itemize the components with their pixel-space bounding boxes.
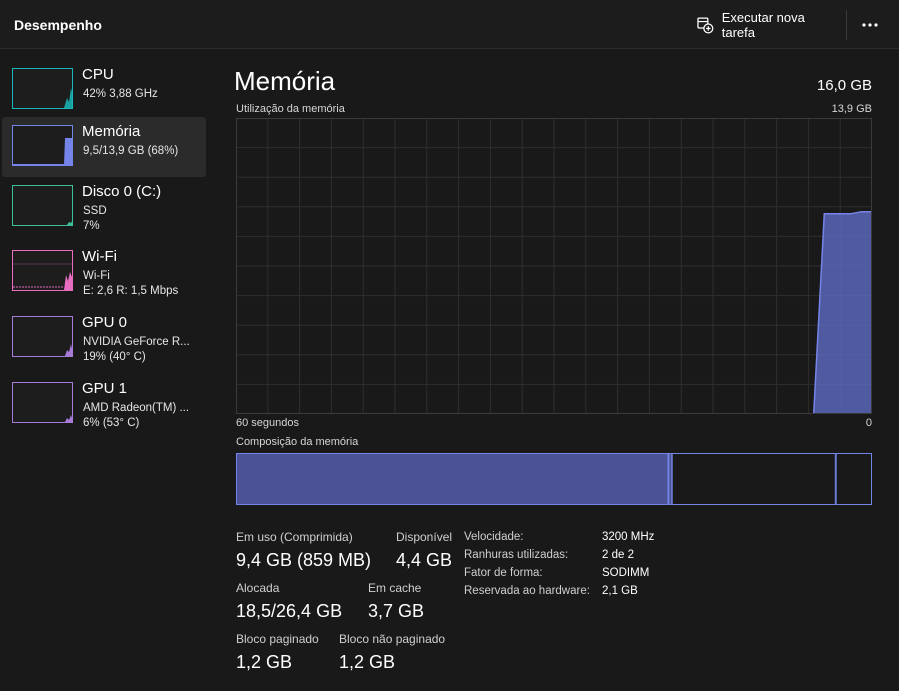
sidebar-item-detail: 9,5/13,9 GB (68%) [83,145,179,157]
speed-label: Velocidade: [464,531,524,543]
sidebar-item-title: CPU [82,66,114,83]
committed-value: 18,5/26,4 GB [236,601,343,621]
total-memory: 16,0 GB [816,77,872,94]
composition-in-use [236,453,669,505]
sidebar-item-cpu[interactable]: CPU 42% 3,88 GHz [2,60,206,120]
sidebar-item-detail: NVIDIA GeForce R... [83,336,190,348]
slots-label: Ranhuras utilizadas: [464,549,569,561]
speed-value: 3200 MHz [602,531,655,543]
cpu-mini-graph [12,68,73,109]
more-dots-icon [862,23,878,27]
sidebar-item-detail: Wi-Fi [83,270,110,282]
nonpaged-pool-value: 1,2 GB [339,652,396,672]
sidebar-item-gpu1[interactable]: GPU 1 AMD Radeon(TM) ... 6% (53° C) [2,374,206,434]
sidebar: CPU 42% 3,88 GHz Memória 9,5/13,9 GB (68… [0,50,210,691]
sidebar-item-wifi[interactable]: Wi-Fi Wi-Fi E: 2,6 R: 1,5 Mbps [2,242,206,302]
nonpaged-pool-label: Bloco não paginado [339,632,446,646]
disk-mini-graph [12,185,73,226]
slots-value: 2 de 2 [602,549,634,561]
available-value: 4,4 GB [396,550,453,570]
memory-mini-graph [12,125,73,166]
run-new-task-label: Executar nova tarefa [721,10,805,40]
memory-usage-chart [236,118,872,414]
sidebar-item-title: Memória [82,123,141,140]
paged-pool-value: 1,2 GB [236,652,293,672]
composition-free [835,453,872,505]
sidebar-item-title: Wi-Fi [82,248,117,265]
sidebar-item-detail-2: E: 2,6 R: 1,5 Mbps [83,285,179,297]
paged-pool-label: Bloco paginado [236,632,319,646]
form-factor-value: SODIMM [602,567,650,579]
cached-value: 3,7 GB [368,601,425,621]
sidebar-item-memory[interactable]: Memória 9,5/13,9 GB (68%) [2,117,206,177]
committed-label: Alocada [236,581,280,595]
form-factor-label: Fator de forma: [464,567,543,579]
sidebar-item-detail: SSD [83,205,107,217]
gpu0-mini-graph [12,316,73,357]
sidebar-item-detail-2: 7% [83,220,100,232]
new-task-icon [697,17,714,34]
chart-grid [236,118,872,414]
x-axis-right-label: 0 [865,417,872,429]
sidebar-item-detail-2: 6% (53° C) [83,417,140,429]
memory-composition-bar [236,453,872,505]
sidebar-item-detail: AMD Radeon(TM) ... [83,402,190,414]
run-new-task-button[interactable]: Executar nova tarefa [690,10,840,40]
usage-chart-max: 13,9 GB [831,103,872,115]
composition-label: Composição da memória [236,436,359,448]
in-use-value: 9,4 GB (859 MB) [236,550,372,570]
usage-chart-label: Utilização da memória [236,103,345,115]
sidebar-item-disk[interactable]: Disco 0 (C:) SSD 7% [2,177,206,237]
wifi-mini-graph [12,250,73,291]
header-divider [846,10,847,40]
gpu1-mini-graph [12,382,73,423]
hardware-reserved-value: 2,1 GB [602,585,638,597]
composition-standby [671,453,836,505]
composition-modified [668,453,672,505]
sidebar-item-detail-2: 19% (40° C) [83,351,146,363]
more-options-button[interactable] [855,10,885,40]
sidebar-item-title: GPU 0 [82,314,128,331]
sidebar-item-gpu0[interactable]: GPU 0 NVIDIA GeForce R... 19% (40° C) [2,308,206,368]
sidebar-item-detail: 42% 3,88 GHz [83,88,158,100]
sidebar-item-title: GPU 1 [82,380,128,397]
available-label: Disponível [396,530,453,544]
header-bar: Desempenho Executar nova tarefa [0,0,899,49]
hardware-reserved-label: Reservada ao hardware: [464,585,590,597]
page-title: Desempenho [14,17,102,33]
in-use-label: Em uso (Comprimida) [236,530,353,544]
sidebar-item-title: Disco 0 (C:) [82,183,162,200]
cached-label: Em cache [368,581,422,595]
section-title: Memória [234,66,336,96]
x-axis-left-label: 60 segundos [236,417,299,429]
